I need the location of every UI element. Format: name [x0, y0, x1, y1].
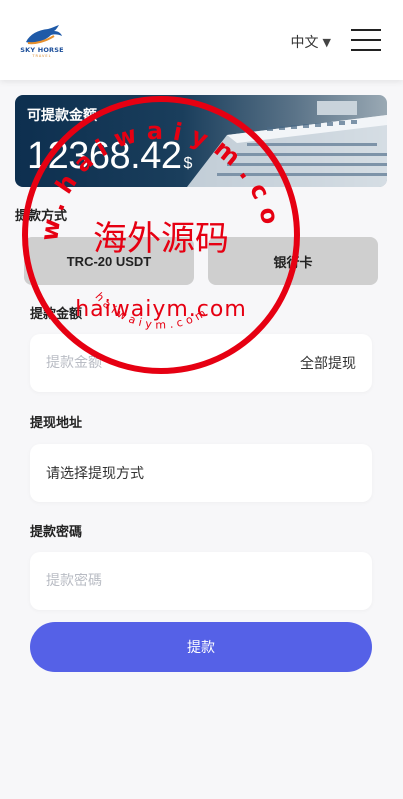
address-value: 请选择提现方式	[46, 466, 144, 482]
language-label: 中文	[290, 35, 319, 51]
balance-label: 可提款金额	[27, 108, 97, 124]
password-input[interactable]	[46, 573, 356, 589]
sky-horse-logo[interactable]: SKY HORSE TRAVEL	[18, 24, 66, 60]
stamp-middle-text: haiwaiym.com	[75, 297, 247, 322]
balance-unit: $	[183, 155, 193, 172]
amount-input[interactable]	[46, 355, 300, 371]
balance-card: 可提款金额 12368.42 $	[15, 95, 387, 187]
stamp-bottom-arc: haiwaiym.com	[92, 290, 207, 331]
hamburger-menu-icon[interactable]	[351, 29, 381, 51]
withdraw-all-button[interactable]: 全部提现	[300, 353, 356, 373]
balance-value: 12368.42	[27, 135, 182, 177]
svg-text:haiwaiym.com: haiwaiym.com	[92, 290, 211, 331]
top-header: SKY HORSE TRAVEL 中文 ▼	[0, 0, 403, 80]
method-title: 提款方式	[15, 209, 68, 224]
address-field[interactable]: 请选择提现方式	[30, 444, 372, 502]
language-selector[interactable]: 中文 ▼	[291, 32, 331, 52]
logo-text: SKY HORSE	[20, 46, 64, 54]
balance-amount: 12368.42 $	[27, 135, 192, 178]
amount-field: 全部提现	[30, 334, 372, 392]
password-title: 提款密碼	[30, 525, 83, 540]
withdraw-page: SKY HORSE TRAVEL 中文 ▼ 可提款金额 12368.42 $ 提…	[0, 0, 403, 799]
method-usdt-button[interactable]: TRC-20 USDT	[24, 237, 194, 285]
logo-subtext: TRAVEL	[32, 54, 52, 58]
horse-logo-icon	[26, 25, 62, 45]
cruise-ship-image	[187, 101, 387, 187]
submit-withdraw-button[interactable]: 提款	[30, 622, 372, 672]
password-field	[30, 552, 372, 610]
method-bank-card-button[interactable]: 银行卡	[208, 237, 378, 285]
address-title: 提现地址	[30, 416, 83, 431]
amount-title: 提款金额	[30, 307, 83, 322]
caret-down-icon: ▼	[322, 35, 331, 49]
